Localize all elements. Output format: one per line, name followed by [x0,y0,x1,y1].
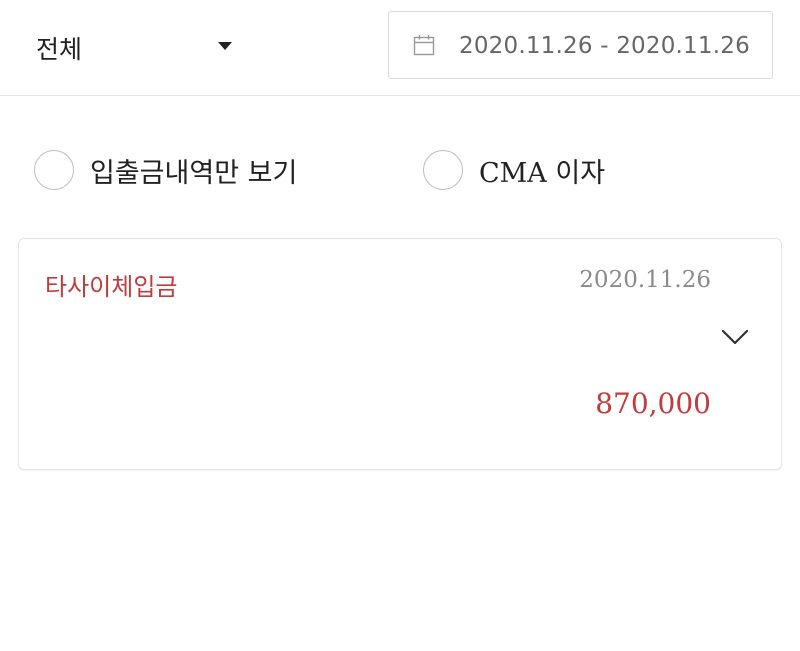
radio-button[interactable] [34,150,74,190]
transaction-date: 2020.11.26 [579,267,711,293]
transaction-card[interactable]: 타사이체입금 2020.11.26 870,000 [18,238,782,470]
option-label: CMA 이자 [479,158,606,189]
transaction-title: 타사이체입금 [45,273,178,301]
date-range-value: 2020.11.26 - 2020.11.26 [459,33,750,59]
option-label: 입출금내역만 보기 [90,158,298,189]
deposit-withdrawal-only-option[interactable]: 입출금내역만 보기 [34,150,344,192]
filter-bar: 전체 2020.11.26 - 2020.11.26 [0,0,800,96]
transaction-type-select[interactable]: 전체 [36,28,236,68]
date-range-picker[interactable]: 2020.11.26 - 2020.11.26 [388,11,773,79]
transaction-type-value: 전체 [36,35,83,64]
radio-button[interactable] [423,150,463,190]
cma-interest-option[interactable]: CMA 이자 [423,150,643,192]
calendar-icon [413,35,435,56]
transaction-amount: 870,000 [595,387,711,420]
caret-down-icon [218,42,232,50]
chevron-down-icon[interactable] [719,323,751,351]
filter-options: 입출금내역만 보기 CMA 이자 [0,130,800,210]
